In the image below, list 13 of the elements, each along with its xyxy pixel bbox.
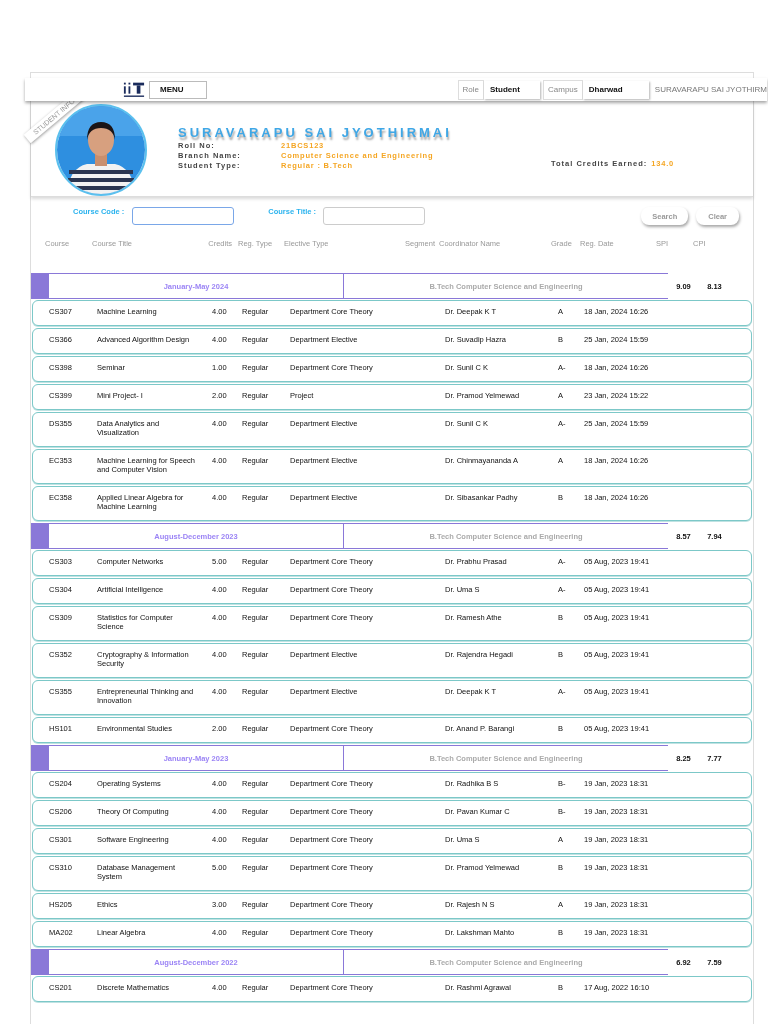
semester-stripe <box>31 523 49 549</box>
role-label: Role <box>457 79 485 100</box>
student-name: SURAVARAPU SAI JYOTHIRMAI <box>178 125 452 140</box>
input-field[interactable] <box>132 207 235 225</box>
campus-value: Dharwad <box>582 80 649 99</box>
semester-stripe <box>31 745 49 771</box>
semester-stripe <box>31 949 49 975</box>
role-value: Student <box>484 80 541 99</box>
campus-label: Campus <box>543 79 583 100</box>
menu-button[interactable]: MENU <box>149 80 207 99</box>
input-field[interactable] <box>323 207 426 225</box>
semester-stripe <box>31 273 49 299</box>
user-name: SURAVARAPU SAI JYOTHIRM <box>654 85 767 94</box>
